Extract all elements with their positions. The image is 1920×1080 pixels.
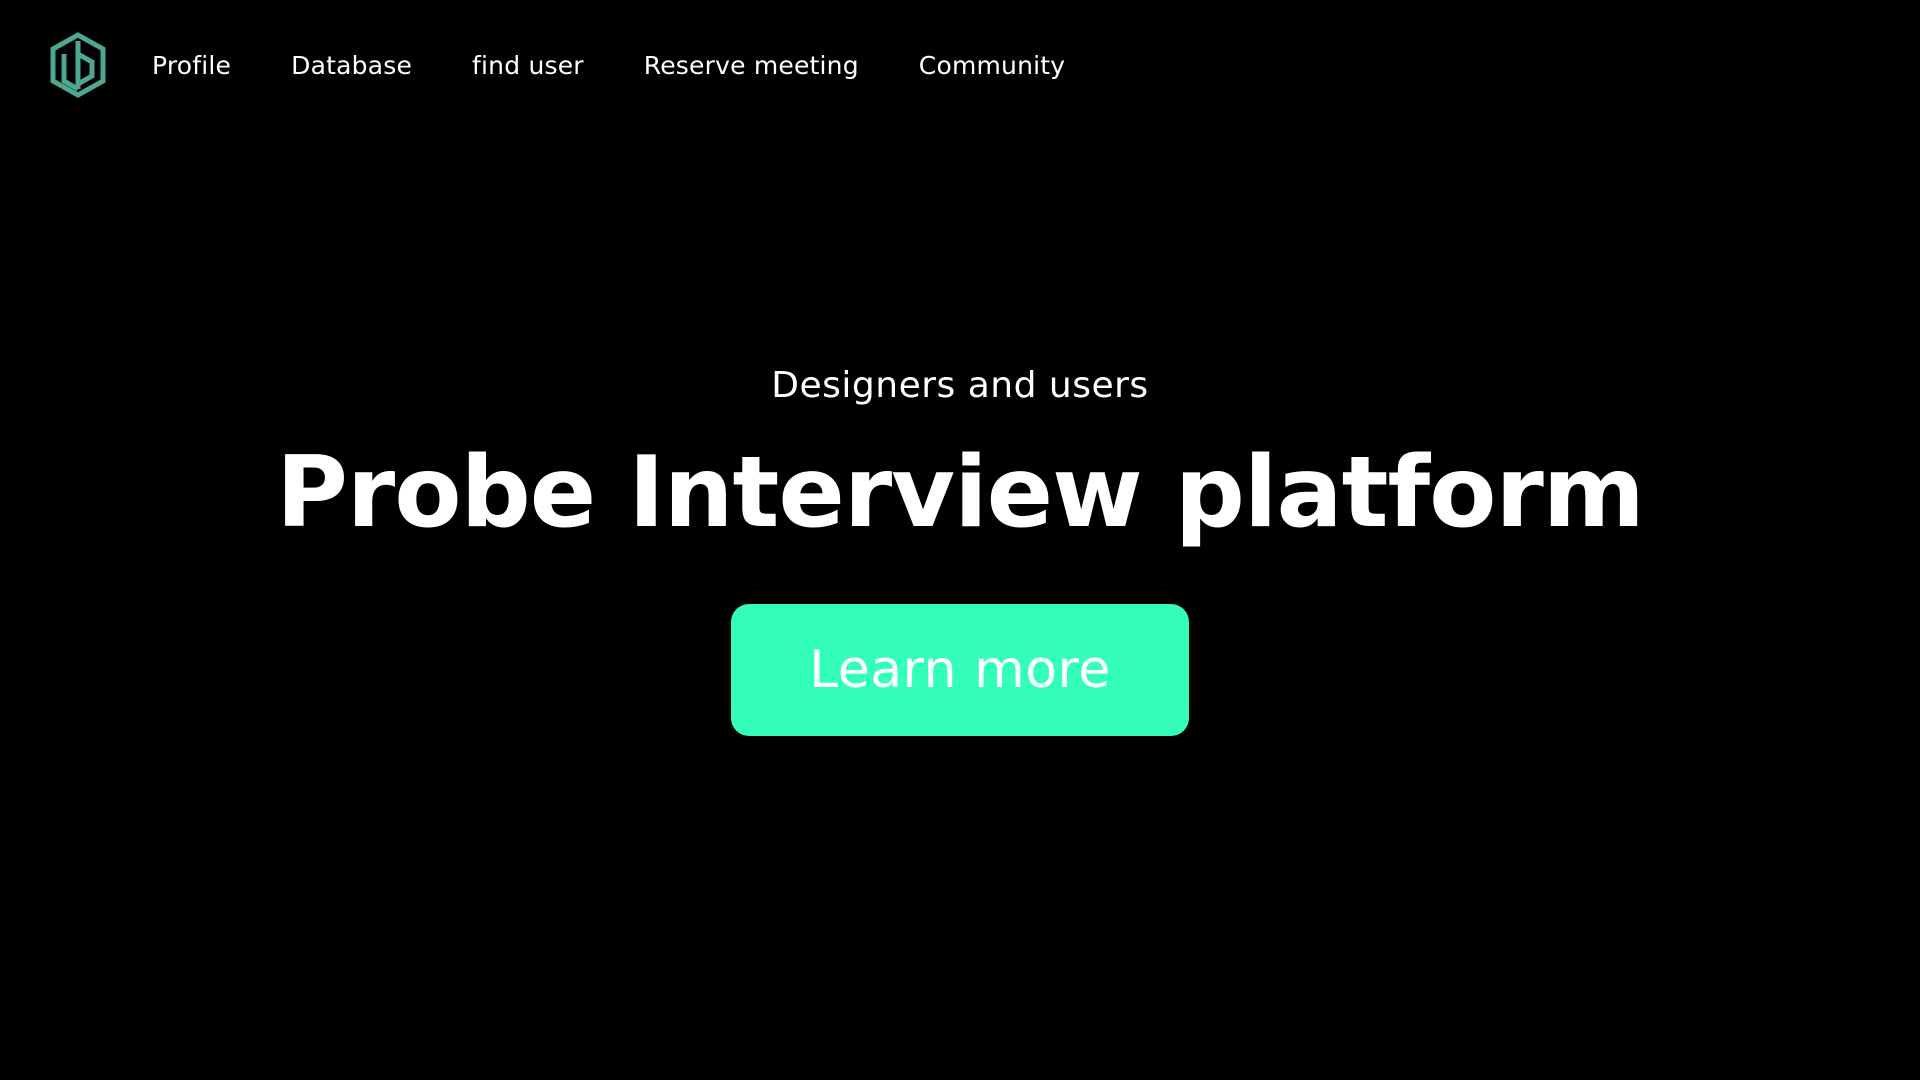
nav-item-find-user[interactable]: find user [472,51,584,80]
nav-item-reserve-meeting[interactable]: Reserve meeting [644,51,859,80]
nav-item-database[interactable]: Database [291,51,412,80]
hexagon-logo-icon [50,32,106,98]
nav-links: Profile Database find user Reserve meeti… [152,51,1065,80]
hero-title: Probe Interview platform [276,436,1645,550]
learn-more-label: Learn more [809,640,1111,700]
nav-item-profile[interactable]: Profile [152,51,231,80]
page: Profile Database find user Reserve meeti… [0,0,1920,1080]
top-navigation: Profile Database find user Reserve meeti… [50,30,1065,100]
hero-section: Designers and users Probe Interview plat… [0,365,1920,736]
hero-subtitle: Designers and users [771,365,1149,406]
learn-more-button[interactable]: Learn more [731,604,1189,736]
nav-item-community[interactable]: Community [919,51,1066,80]
logo[interactable] [50,32,106,98]
